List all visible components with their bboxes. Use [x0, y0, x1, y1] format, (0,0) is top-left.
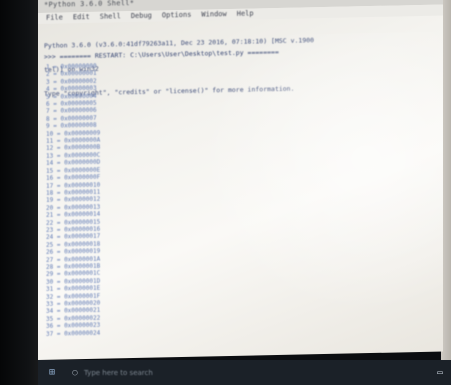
windows-start-icon[interactable]: ⊞ [38, 360, 66, 385]
menu-options[interactable]: Options [162, 10, 192, 22]
menu-window[interactable]: Window [201, 9, 226, 21]
window-title: *Python 3.6.0 Shell* [44, 0, 135, 9]
menu-help[interactable]: Help [237, 8, 254, 19]
menu-debug[interactable]: Debug [131, 11, 152, 22]
taskbar: ⊞ ○ Type here to search ▭ [38, 360, 451, 385]
menu-shell[interactable]: Shell [100, 11, 121, 22]
notification-icon[interactable]: ▭ [429, 360, 451, 385]
search-icon[interactable]: ○ [66, 360, 84, 385]
taskbar-search-input[interactable]: Type here to search [84, 360, 429, 385]
monitor-bezel-left [0, 0, 40, 385]
shell-window: *Python 3.6.0 Shell* File Edit Shell Deb… [38, 0, 443, 361]
shell-output[interactable]: 1 = 0x00000000 2 = 0x00000001 3 = 0x000000… [46, 60, 206, 338]
menu-file[interactable]: File [46, 12, 63, 23]
menu-edit[interactable]: Edit [73, 12, 90, 23]
banner-line: Python 3.6.0 (v3.6.0:41df79263a11, Dec 2… [44, 36, 315, 50]
